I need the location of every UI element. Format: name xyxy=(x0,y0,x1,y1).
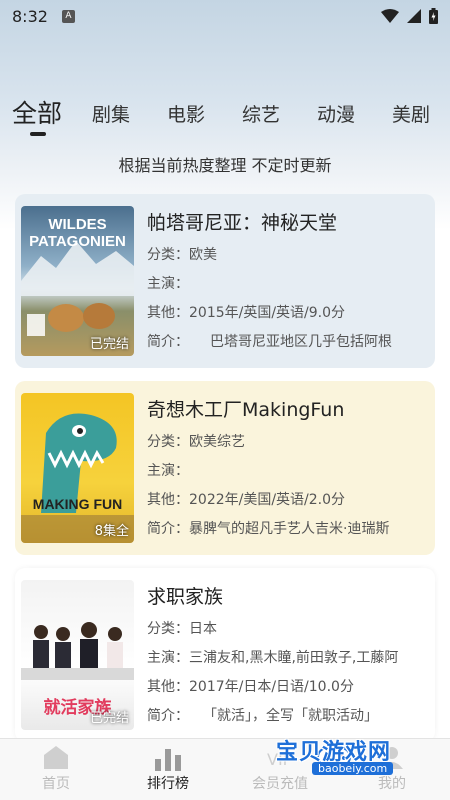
poster-image[interactable]: 就活家族 已完结 xyxy=(21,580,134,730)
nav-vip[interactable]: VIP 会员充值 xyxy=(235,739,325,800)
profile-icon xyxy=(381,747,403,769)
tab-movies[interactable]: 电影 xyxy=(167,100,205,127)
status-time: 8:32 xyxy=(12,6,48,26)
home-icon xyxy=(44,746,68,769)
intro-row: 简介： 「就活」，全写「就职活动」 xyxy=(147,708,378,724)
ranking-icon xyxy=(155,749,181,771)
show-card[interactable]: MAKING FUN 8集全 奇想木工厂MakingFun 分类：欧美综艺 主演… xyxy=(15,381,435,555)
show-title[interactable]: 求职家族 xyxy=(147,582,223,609)
signal-icon xyxy=(407,9,421,23)
other-info-row: 其他：2015年/英国/英语/9.0分 xyxy=(147,305,346,321)
nav-home[interactable]: 首页 xyxy=(11,739,101,800)
poster-image[interactable]: WILDES PATAGONIEN 已完结 xyxy=(21,206,134,356)
nav-home-label: 首页 xyxy=(42,776,70,792)
cast-row: 主演： xyxy=(147,463,189,479)
tab-variety[interactable]: 综艺 xyxy=(242,100,280,127)
tab-anime[interactable]: 动漫 xyxy=(317,100,355,127)
nav-ranking[interactable]: 排行榜 xyxy=(123,739,213,800)
category-row: 分类：欧美综艺 xyxy=(147,434,245,450)
status-bar: 8:32 A xyxy=(0,0,450,32)
category-tabs: 全部 剧集 电影 综艺 动漫 美剧 xyxy=(0,88,450,138)
ranking-subtitle: 根据当前热度整理 不定时更新 xyxy=(118,156,332,175)
status-badge: 8集全 xyxy=(94,524,129,539)
nav-profile-label: 我的 xyxy=(378,776,406,792)
cast-row: 主演：三浦友和,黑木瞳,前田敦子,工藤阿 xyxy=(147,650,399,666)
show-card[interactable]: WILDES PATAGONIEN 已完结 帕塔哥尼亚：神秘天堂 分类：欧美 主… xyxy=(15,194,435,368)
bottom-navigation: 首页 排行榜 VIP 会员充值 我的 xyxy=(0,738,450,800)
other-info-row: 其他：2022年/美国/英语/2.0分 xyxy=(147,492,346,508)
category-row: 分类：日本 xyxy=(147,621,217,637)
status-badge: 已完结 xyxy=(89,711,129,726)
cast-row: 主演： xyxy=(147,276,189,292)
other-info-row: 其他：2017年/日本/日语/10.0分 xyxy=(147,679,354,695)
tab-series[interactable]: 剧集 xyxy=(92,100,130,127)
intro-row: 简介：暴脾气的超凡手艺人吉米·迪瑞斯 xyxy=(147,521,390,537)
svg-text:VIP: VIP xyxy=(267,750,293,769)
tab-all[interactable]: 全部 xyxy=(12,94,62,130)
wifi-icon xyxy=(381,9,399,23)
battery-icon xyxy=(429,8,438,24)
show-title[interactable]: 奇想木工厂MakingFun xyxy=(147,395,344,422)
intro-row: 简介： 巴塔哥尼亚地区几乎包括阿根 xyxy=(147,334,392,350)
a-letter-icon: A xyxy=(61,9,75,23)
nav-vip-label: 会员充值 xyxy=(252,776,308,792)
poster-title-text: MAKING FUN xyxy=(32,496,123,512)
status-badge: 已完结 xyxy=(89,337,129,352)
poster-image[interactable]: MAKING FUN 8集全 xyxy=(21,393,134,543)
show-card[interactable]: 就活家族 已完结 求职家族 分类：日本 主演：三浦友和,黑木瞳,前田敦子,工藤阿… xyxy=(15,568,435,742)
poster-title-text: WILDES PATAGONIEN xyxy=(29,216,126,250)
tab-us-drama[interactable]: 美剧 xyxy=(392,100,430,127)
vip-icon: VIP xyxy=(267,750,293,769)
active-tab-indicator xyxy=(30,132,46,136)
nav-profile[interactable]: 我的 xyxy=(347,739,437,800)
show-title[interactable]: 帕塔哥尼亚：神秘天堂 xyxy=(147,208,337,235)
nav-ranking-label: 排行榜 xyxy=(147,776,189,792)
category-row: 分类：欧美 xyxy=(147,247,217,263)
